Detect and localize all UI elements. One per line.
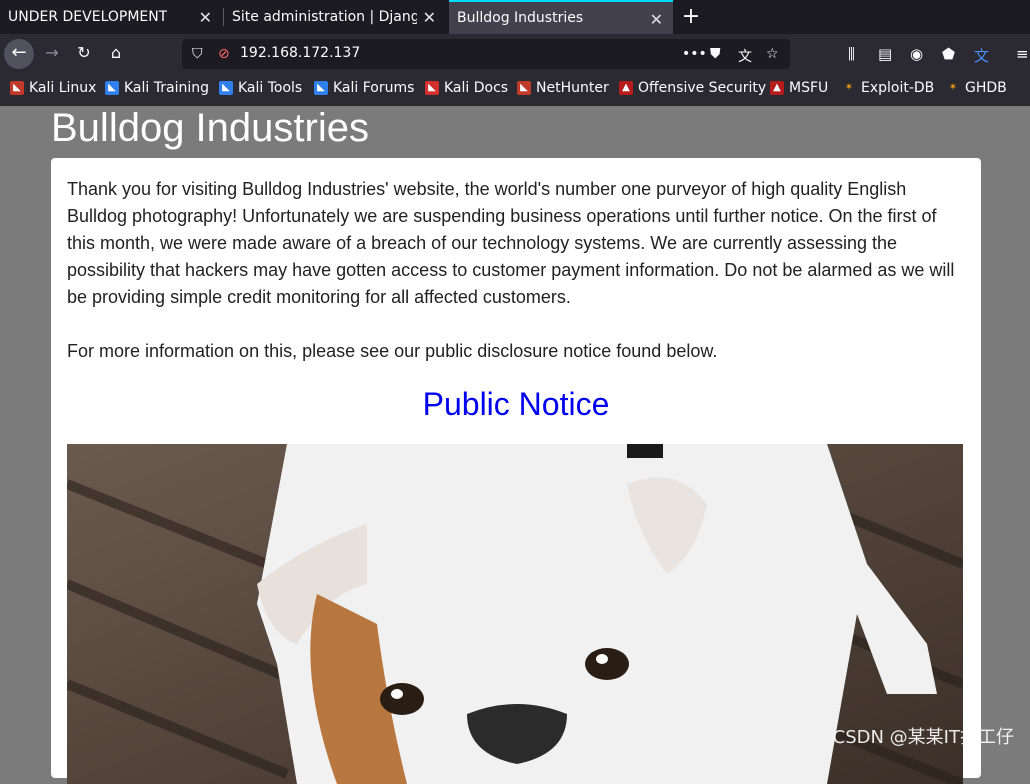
tab-bulldog-industries[interactable]: Bulldog Industries ✕: [449, 0, 673, 34]
bookmark-label: Exploit-DB: [861, 80, 935, 96]
bookmark-msfu[interactable]: ▲ MSFU: [770, 80, 828, 96]
csdn-watermark: CSDN @某某IT打工仔: [832, 727, 1014, 748]
pocket-icon[interactable]: ⛊: [710, 46, 721, 62]
translate-icon[interactable]: 文: [738, 46, 752, 66]
account-icon[interactable]: ◉: [910, 45, 923, 63]
shield-icon[interactable]: ⛉: [192, 46, 203, 62]
kali-training-icon: ◣: [105, 81, 119, 95]
msfu-icon: ▲: [770, 81, 784, 95]
content-card: Thank you for visiting Bulldog Industrie…: [51, 158, 981, 784]
bookmark-kali-docs[interactable]: ◣ Kali Docs: [425, 80, 508, 96]
web-page: Bulldog Industries Thank you for visitin…: [0, 106, 1030, 784]
sidebar-icon[interactable]: ▤: [878, 45, 892, 63]
reload-icon[interactable]: ↻: [70, 39, 98, 69]
library-icon[interactable]: ⫼: [848, 45, 855, 63]
tab-under-development[interactable]: UNDER DEVELOPMENT ✕: [0, 0, 222, 34]
translate-extension-icon[interactable]: 文: [974, 45, 989, 66]
bookmark-exploit-db[interactable]: ✶ Exploit-DB: [842, 80, 935, 96]
address-bar[interactable]: ⛉ ⊘ 192.168.172.137 ••• ⛊ 文 ☆: [182, 39, 790, 69]
bookmarks-toolbar: ◣ Kali Linux ◣ Kali Training ◣ Kali Tool…: [0, 74, 1030, 106]
bookmark-label: GHDB: [965, 80, 1007, 96]
bookmark-kali-forums[interactable]: ◣ Kali Forums: [314, 80, 414, 96]
nethunter-icon: ◣: [517, 81, 531, 95]
extension-shield-icon[interactable]: ⬟: [942, 45, 955, 63]
bookmark-label: Kali Docs: [444, 80, 509, 96]
bookmark-label: Kali Training: [124, 80, 209, 96]
bookmark-label: Offensive Security: [638, 80, 767, 96]
tab-site-administration[interactable]: Site administration | Django ✕: [224, 0, 446, 34]
kali-forums-icon: ◣: [314, 81, 328, 95]
kali-icon: ◣: [10, 81, 24, 95]
exploitdb-icon: ✶: [844, 82, 854, 93]
bulldog-illustration: [67, 444, 963, 784]
bookmark-label: Kali Tools: [238, 80, 303, 96]
close-icon[interactable]: ✕: [199, 8, 212, 27]
insecure-lock-icon[interactable]: ⊘: [218, 46, 230, 62]
bookmark-star-icon[interactable]: ☆: [766, 46, 779, 62]
page-actions-icon[interactable]: •••: [682, 46, 707, 62]
bulldog-photo: [67, 444, 963, 784]
back-arrow-icon[interactable]: ←: [4, 39, 34, 69]
bookmark-kali-tools[interactable]: ◣ Kali Tools: [219, 80, 302, 96]
tab-title: UNDER DEVELOPMENT: [8, 9, 168, 25]
intro-paragraph: Thank you for visiting Bulldog Industrie…: [67, 179, 955, 307]
bookmark-label: MSFU: [789, 80, 829, 96]
close-icon[interactable]: ✕: [650, 10, 663, 29]
bookmark-label: NetHunter: [536, 80, 609, 96]
kali-tools-icon: ◣: [219, 81, 233, 95]
url-text[interactable]: 192.168.172.137: [240, 45, 360, 61]
ghdb-icon: ✶: [948, 82, 958, 93]
bookmark-label: Kali Forums: [333, 80, 415, 96]
disclosure-paragraph: For more information on this, please see…: [67, 341, 718, 361]
tab-bar: UNDER DEVELOPMENT ✕ Site administration …: [0, 0, 1030, 34]
navigation-bar: ← → ↻ ⌂ ⛉ ⊘ 192.168.172.137 ••• ⛊ 文 ☆ ⫼ …: [0, 34, 1030, 74]
bookmark-kali-training[interactable]: ◣ Kali Training: [105, 80, 209, 96]
page-title: Bulldog Industries: [51, 106, 369, 150]
menu-icon[interactable]: ≡: [1016, 45, 1029, 63]
tab-title: Site administration | Django: [232, 9, 417, 25]
forward-arrow-icon[interactable]: →: [38, 39, 66, 69]
bookmark-offensive-security[interactable]: ▲ Offensive Security: [619, 80, 766, 96]
bookmark-kali-linux[interactable]: ◣ Kali Linux: [10, 80, 96, 96]
new-tab-icon[interactable]: +: [680, 4, 702, 30]
offsec-icon: ▲: [619, 81, 633, 95]
bookmark-nethunter[interactable]: ◣ NetHunter: [517, 80, 609, 96]
bookmark-label: Kali Linux: [29, 80, 97, 96]
public-notice-link[interactable]: Public Notice: [51, 386, 981, 423]
tab-title: Bulldog Industries: [457, 10, 584, 26]
home-icon[interactable]: ⌂: [102, 39, 130, 69]
close-icon[interactable]: ✕: [423, 8, 436, 27]
kali-docs-icon: ◣: [425, 81, 439, 95]
bookmark-ghdb[interactable]: ✶ GHDB: [946, 80, 1007, 96]
